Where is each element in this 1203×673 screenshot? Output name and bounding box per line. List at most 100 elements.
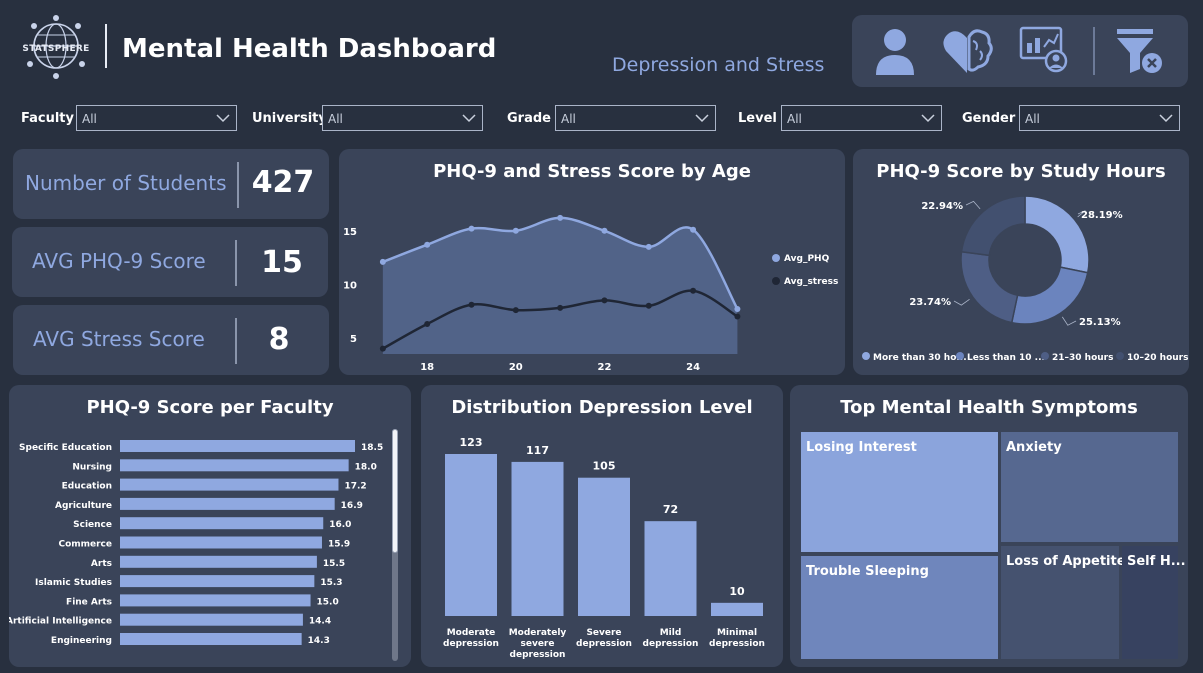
symptoms-title: Top Mental Health Symptoms: [840, 397, 1138, 418]
bar-value-label: 14.3: [308, 636, 330, 646]
chevron-down-icon: [695, 114, 709, 123]
chevron-down-icon: [921, 114, 935, 123]
data-point: [557, 214, 564, 221]
category-label: Education: [62, 482, 112, 492]
bar-value-label: 15.0: [317, 597, 339, 607]
kpi-value-phq: 15: [261, 245, 303, 280]
depression-chart-card: Distribution Depression Level 123 Moderat…: [421, 385, 783, 667]
bar: [120, 497, 335, 510]
legend-label: Avg_PHQ: [784, 254, 830, 264]
level-dropdown[interactable]: All: [781, 105, 942, 131]
brain-heart-icon[interactable]: [940, 25, 994, 77]
bar: [120, 459, 349, 472]
page-subtitle: Depression and Stress: [612, 54, 825, 76]
chevron-down-icon: [1159, 114, 1173, 123]
slice-leader-line: [1061, 316, 1077, 326]
treemap-self-harm[interactable]: Self H...: [1122, 546, 1186, 659]
category-label: Agriculture: [55, 501, 112, 511]
category-label: Nursing: [72, 462, 112, 472]
y-tick-label: 5: [350, 334, 357, 345]
category-label: Science: [73, 520, 112, 530]
data-point: [468, 301, 475, 308]
grade-dropdown-value: All: [561, 112, 576, 126]
kpi-card-phq: AVG PHQ-9 Score 15: [12, 227, 328, 297]
legend-marker: [772, 277, 780, 285]
data-point: [690, 226, 697, 233]
university-dropdown-value: All: [328, 112, 343, 126]
study-hours-card: PHQ-9 Score by Study Hours 28.19% 25.13% 2…: [853, 149, 1189, 375]
data-point: [468, 225, 475, 232]
data-point: [645, 243, 652, 250]
legend-marker: [862, 352, 870, 360]
faculty-bar-chart: Specific Education 18.5 Nursing 18.0 Educati…: [9, 440, 383, 646]
category-label: Fine Arts: [66, 597, 112, 607]
slice-leader-line: [965, 200, 981, 210]
treemap-loss-of-appetite[interactable]: Loss of Appetite: [1001, 546, 1126, 659]
analytics-icon[interactable]: [1018, 25, 1072, 77]
data-point: [734, 313, 741, 320]
kpi-label-stress: AVG Stress Score: [33, 327, 205, 351]
category-label: depression: [709, 639, 765, 649]
treemap-losing-interest[interactable]: Losing Interest: [801, 432, 998, 552]
data-point: [424, 321, 431, 327]
faculty-dropdown[interactable]: All: [76, 105, 237, 131]
treemap-anxiety[interactable]: Anxiety: [1001, 432, 1178, 542]
bar-value-label: 15.9: [328, 540, 350, 550]
page-title: Mental Health Dashboard: [122, 34, 497, 64]
logo-text: STATSPHERE: [22, 44, 90, 54]
filter-label-faculty: Faculty: [21, 111, 74, 126]
donut-slice: [1024, 195, 1090, 274]
treemap-label: Self H...: [1127, 554, 1186, 569]
faculty-scrollbar-thumb[interactable]: [392, 429, 398, 553]
kpi-label-phq: AVG PHQ-9 Score: [32, 249, 206, 273]
bar-value-label: 18.0: [355, 462, 377, 472]
clear-filter-icon[interactable]: [1112, 25, 1166, 77]
phq-area-fill: [382, 217, 738, 354]
symptoms-card: Top Mental Health Symptoms Losing Intere…: [790, 385, 1188, 667]
bar-value-label: 18.5: [361, 443, 383, 453]
data-point: [690, 287, 697, 294]
legend-marker: [956, 352, 964, 360]
kpi-card-students: Number of Students 427: [13, 149, 329, 219]
filter-label-university: University: [252, 111, 327, 126]
treemap-label: Losing Interest: [806, 440, 917, 455]
kpi-label-students: Number of Students: [25, 171, 227, 195]
category-label: Minimal: [717, 628, 757, 638]
slice-label: 22.94%: [921, 201, 963, 212]
legend-label: Less than 10 ...: [967, 353, 1045, 363]
study-hours-donut-chart: 28.19% 25.13% 23.74% 22.94% More than 30 ho.…: [862, 195, 1188, 363]
gender-dropdown[interactable]: All: [1019, 105, 1180, 131]
kpi-value-students: 427: [251, 165, 315, 200]
gender-dropdown-value: All: [1025, 112, 1040, 126]
university-dropdown[interactable]: All: [322, 105, 483, 131]
bar: [120, 536, 322, 549]
icon-bar-divider: [1093, 27, 1095, 75]
bar: [120, 478, 339, 491]
data-point: [601, 297, 608, 304]
data-point: [734, 306, 741, 312]
y-tick-label: 15: [343, 227, 357, 238]
data-point: [557, 304, 564, 311]
faculty-dropdown-value: All: [82, 112, 97, 126]
faculty-scrollbar-track[interactable]: [392, 429, 398, 661]
slice-label: 28.19%: [1081, 210, 1123, 221]
data-point: [424, 241, 431, 248]
grade-dropdown[interactable]: All: [555, 105, 716, 131]
slice-label: 23.74%: [909, 297, 951, 308]
bar-value-label: 105: [593, 460, 616, 473]
kpi-value-stress: 8: [268, 322, 290, 357]
data-point: [512, 227, 519, 234]
legend-label: 10–20 hours: [1127, 353, 1188, 363]
user-icon[interactable]: [868, 25, 922, 77]
category-label: Severe: [586, 628, 621, 638]
bar: [578, 477, 630, 616]
depression-bar-chart: 123Moderatedepression117Moderatelysevere…: [443, 436, 765, 660]
treemap-trouble-sleeping[interactable]: Trouble Sleeping: [801, 556, 998, 659]
age-area-chart: 5 10 15 18 20 22 24 Avg_PHQ Avg_stress: [343, 214, 838, 373]
kpi-separator: [235, 318, 237, 364]
data-point: [645, 302, 652, 309]
data-point: [379, 258, 386, 265]
category-label: Moderately: [509, 628, 567, 638]
category-label: depression: [510, 650, 566, 660]
bar: [120, 594, 311, 607]
